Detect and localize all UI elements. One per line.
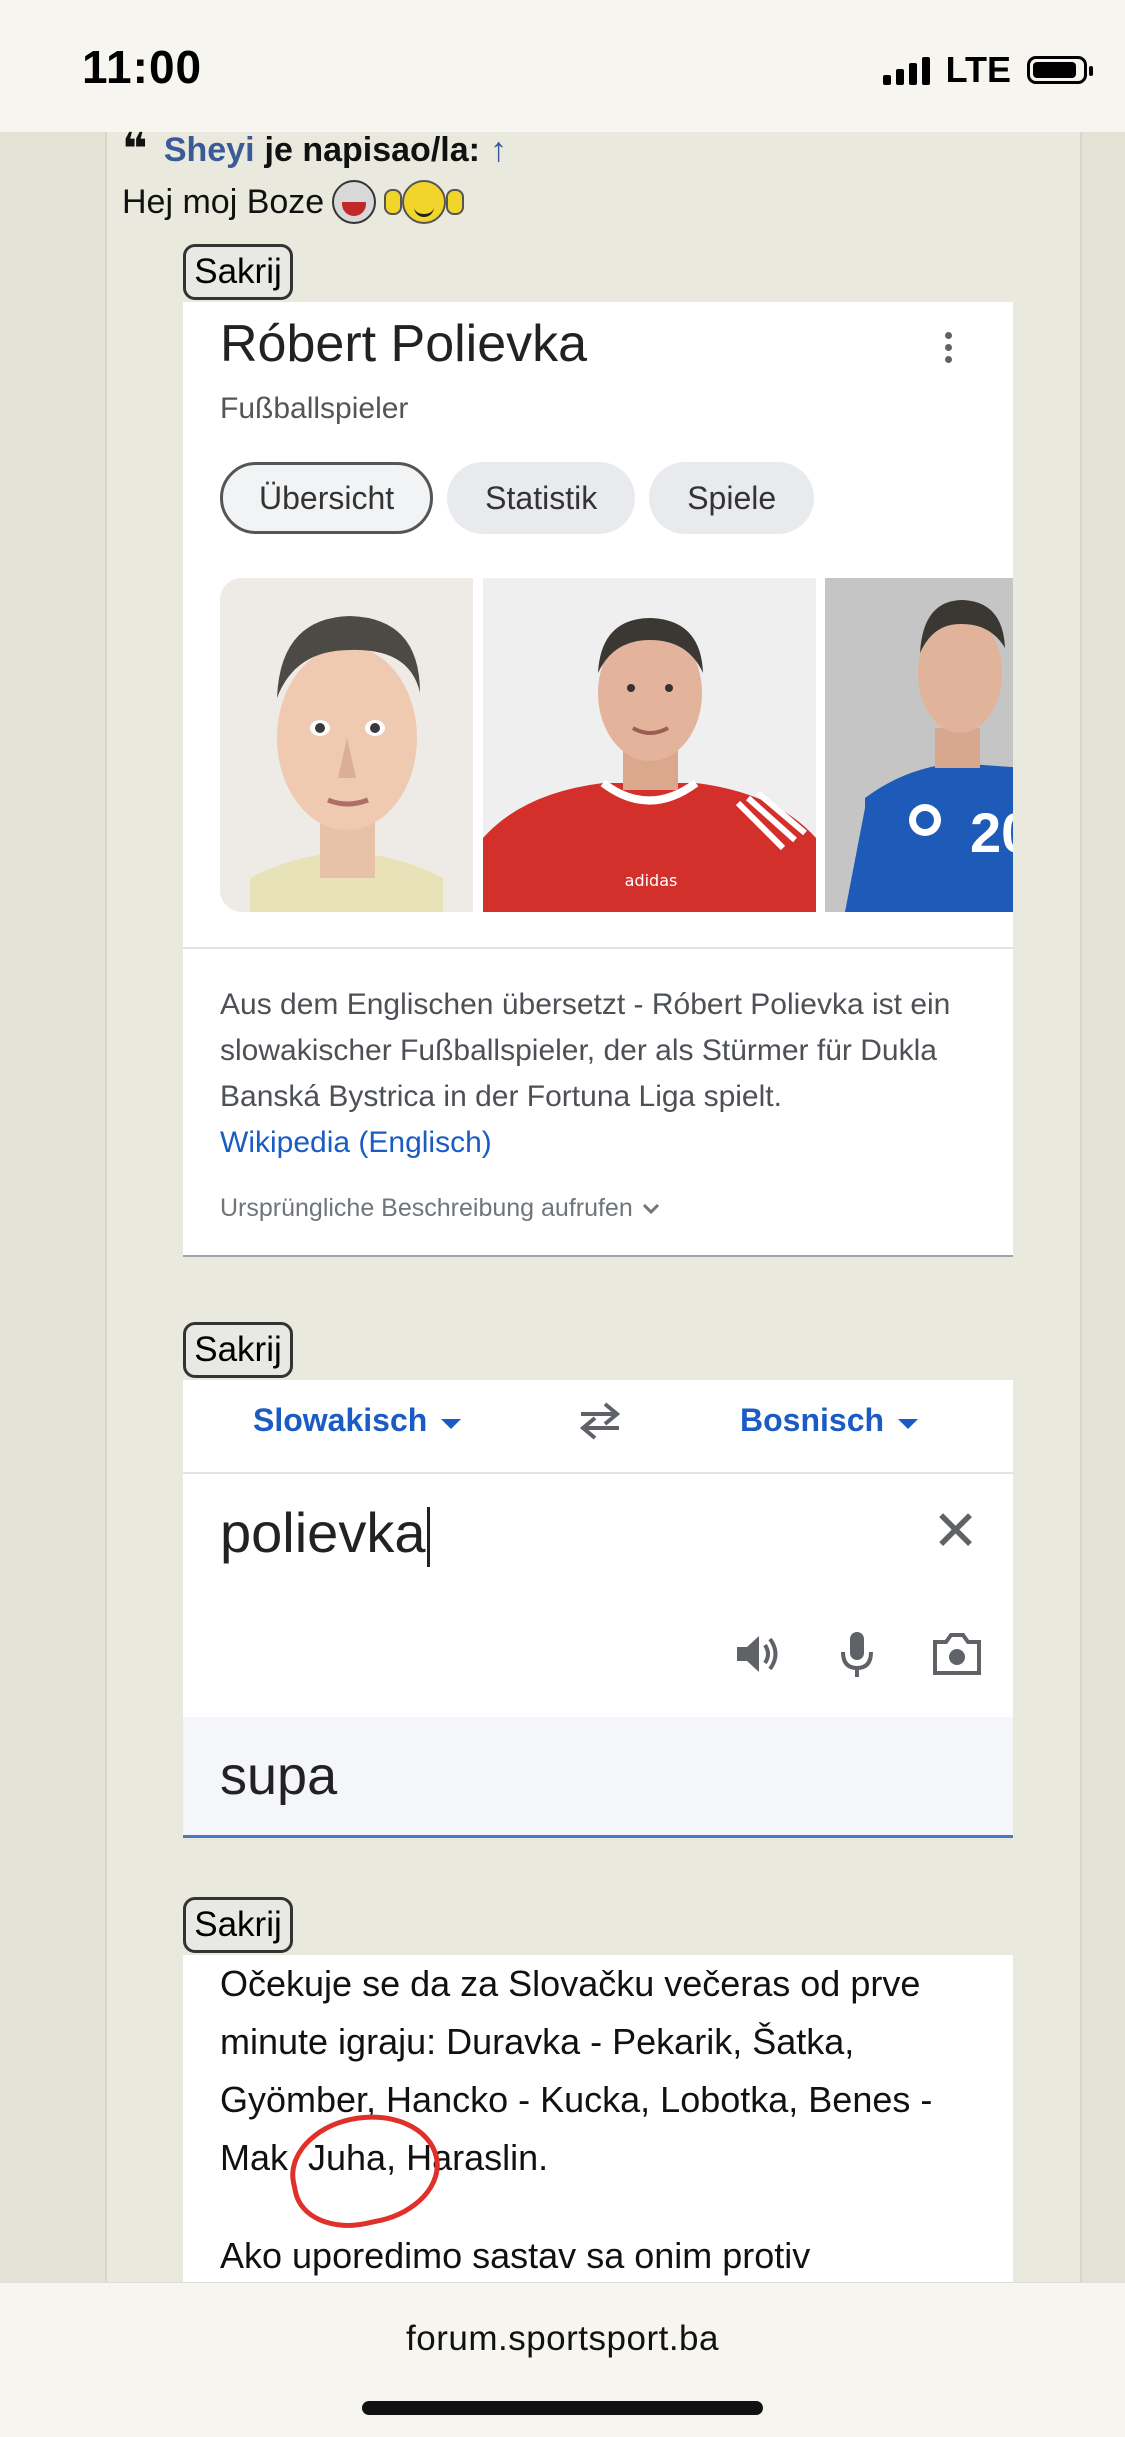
translation-output: supa xyxy=(183,1717,1013,1838)
google-knowledge-card: Róbert Polievka Fußballspieler Übersicht… xyxy=(183,302,1013,1257)
status-time: 11:00 xyxy=(82,41,203,93)
quote-wrote-label: je napisao/la: xyxy=(264,130,480,169)
quote-header: ❝ Sheyi je napisao/la: ↑ xyxy=(122,128,507,172)
waving-smiley-icon xyxy=(384,180,465,224)
player-photo-1[interactable] xyxy=(220,578,473,912)
more-options-icon[interactable] xyxy=(945,332,953,363)
player-photo-2[interactable]: adidas xyxy=(483,578,816,912)
target-language-label: Bosnisch xyxy=(740,1402,885,1438)
language-bar: Slowakisch Bosnisch xyxy=(183,1380,1013,1474)
network-label: LTE xyxy=(945,49,1011,90)
hide-spoiler-button-3[interactable]: Sakrij xyxy=(183,1897,293,1953)
swap-languages-icon[interactable] xyxy=(575,1398,625,1442)
article-paragraph-2: Ako uporedimo sastav sa onim protiv xyxy=(220,2235,811,2276)
address-bar[interactable]: forum.sportsport.ba xyxy=(0,2319,1125,2359)
camera-icon[interactable] xyxy=(931,1632,983,1676)
input-text: polievka xyxy=(220,1501,426,1564)
player-photo-3[interactable]: 20 xyxy=(825,578,1013,912)
dropdown-arrow-icon xyxy=(441,1418,462,1429)
player-description: Aus dem Englischen übersetzt - Róbert Po… xyxy=(220,982,980,1166)
speaker-icon[interactable] xyxy=(733,1632,783,1676)
output-text: supa xyxy=(220,1746,338,1806)
laughing-smiley-icon xyxy=(332,180,377,224)
tab-statistics[interactable]: Statistik xyxy=(447,462,636,534)
wikipedia-link[interactable]: Wikipedia (Englisch) xyxy=(220,1126,492,1159)
description-text: Aus dem Englischen übersetzt - Róbert Po… xyxy=(220,988,951,1113)
chevron-down-icon xyxy=(642,1203,659,1214)
browser-bottom-bar: forum.sportsport.ba xyxy=(0,2282,1125,2437)
google-translate-card: Slowakisch Bosnisch polievka ✕ supa xyxy=(183,1380,1013,1838)
status-indicators: LTE xyxy=(882,48,1093,92)
input-tools xyxy=(733,1630,983,1678)
clear-input-icon[interactable]: ✕ xyxy=(932,1498,979,1564)
card-bottom-border xyxy=(183,1255,1013,1257)
hide-spoiler-button[interactable]: Sakrij xyxy=(183,244,293,300)
quote-body: Hej moj Boze xyxy=(122,182,325,221)
quote-icon: ❝ xyxy=(122,125,148,174)
quote-username[interactable]: Sheyi xyxy=(164,131,255,170)
tab-overview[interactable]: Übersicht xyxy=(220,462,434,534)
quote-text: Hej moj Boze xyxy=(122,180,465,224)
article-excerpt: Očekuje se da za Slovačku večeras od prv… xyxy=(183,1955,1013,2282)
tab-games[interactable]: Spiele xyxy=(649,462,815,534)
player-subtitle: Fußballspieler xyxy=(220,392,409,425)
dropdown-arrow-icon xyxy=(898,1418,919,1429)
card-divider xyxy=(183,947,1013,949)
source-language-label: Slowakisch xyxy=(253,1402,428,1438)
svg-text:adidas: adidas xyxy=(625,871,678,890)
signal-icon xyxy=(882,55,930,85)
microphone-icon[interactable] xyxy=(839,1630,875,1678)
jersey-number: 20 xyxy=(970,801,1013,864)
battery-icon xyxy=(1027,56,1093,84)
hide-spoiler-button-2[interactable]: Sakrij xyxy=(183,1322,293,1378)
left-gutter xyxy=(0,132,107,2282)
quote-jump-arrow[interactable]: ↑ xyxy=(490,131,507,170)
player-name: Róbert Polievka xyxy=(220,315,588,373)
target-language-select[interactable]: Bosnisch xyxy=(740,1402,919,1439)
status-bar: 11:00 LTE xyxy=(0,0,1125,132)
original-description-link[interactable]: Ursprüngliche Beschreibung aufrufen xyxy=(220,1194,661,1223)
translate-input[interactable]: polievka xyxy=(220,1500,431,1568)
original-description-label: Ursprüngliche Beschreibung aufrufen xyxy=(220,1194,633,1222)
photo-strip: adidas 20 xyxy=(220,578,1013,912)
home-indicator[interactable] xyxy=(362,2401,763,2415)
card-tabs: Übersicht Statistik Spiele xyxy=(220,462,815,534)
right-gutter xyxy=(1080,132,1125,2282)
source-language-select[interactable]: Slowakisch xyxy=(253,1402,462,1439)
